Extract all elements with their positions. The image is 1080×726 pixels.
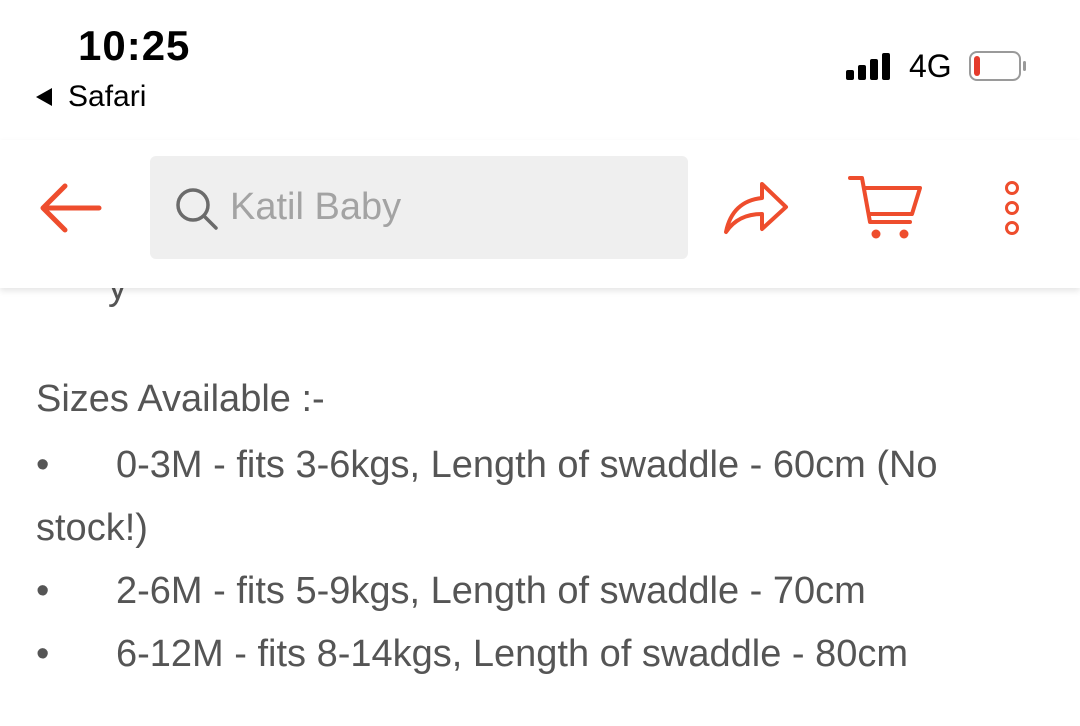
list-item-text: 0-3M - fits 3-6kgs, Length of swaddle - … <box>36 444 938 549</box>
arrow-left-icon <box>40 183 102 233</box>
status-time: 10:25 <box>78 22 191 69</box>
search-icon <box>176 187 218 230</box>
search-bar[interactable]: Katil Baby <box>150 156 688 259</box>
network-type: 4G <box>909 48 952 84</box>
list-item-text: 2-6M - fits 5-9kgs, Length of swaddle - … <box>116 570 866 612</box>
cart-button[interactable] <box>848 172 924 244</box>
list-item: • 0-3M - fits 3-6kgs, Length of swaddle … <box>36 434 1056 560</box>
top-nav-bar: Katil Baby <box>0 140 1080 288</box>
battery-level <box>974 56 980 76</box>
list-item: • 6-12M - fits 8-14kgs, Length of swaddl… <box>36 623 1056 686</box>
status-bar: 10:25 Safari 4G <box>0 0 1080 140</box>
signal-strength-icon <box>846 52 890 80</box>
more-vertical-icon <box>1005 181 1019 235</box>
cart-icon <box>848 176 922 239</box>
list-item: • 2-6M - fits 5-9kgs, Length of swaddle … <box>36 560 1056 623</box>
share-arrow-icon <box>724 182 788 234</box>
list-item-text: 6-12M - fits 8-14kgs, Length of swaddle … <box>116 633 909 675</box>
back-to-safari-link[interactable]: Safari <box>36 80 146 114</box>
more-options-button[interactable] <box>998 180 1026 240</box>
back-triangle-icon <box>36 88 52 106</box>
search-placeholder: Katil Baby <box>230 186 402 228</box>
share-button[interactable] <box>720 176 792 240</box>
product-description: y Sizes Available :- • 0-3M - fits 3-6kg… <box>0 288 1080 726</box>
clipped-previous-line: y <box>108 288 127 309</box>
sizes-heading: Sizes Available :- <box>36 378 325 420</box>
bullet: • <box>36 633 50 675</box>
bullet: • <box>36 444 50 486</box>
back-button[interactable] <box>30 176 110 240</box>
battery-icon <box>969 51 1026 81</box>
back-app-label: Safari <box>68 80 147 113</box>
bullet: • <box>36 570 50 612</box>
